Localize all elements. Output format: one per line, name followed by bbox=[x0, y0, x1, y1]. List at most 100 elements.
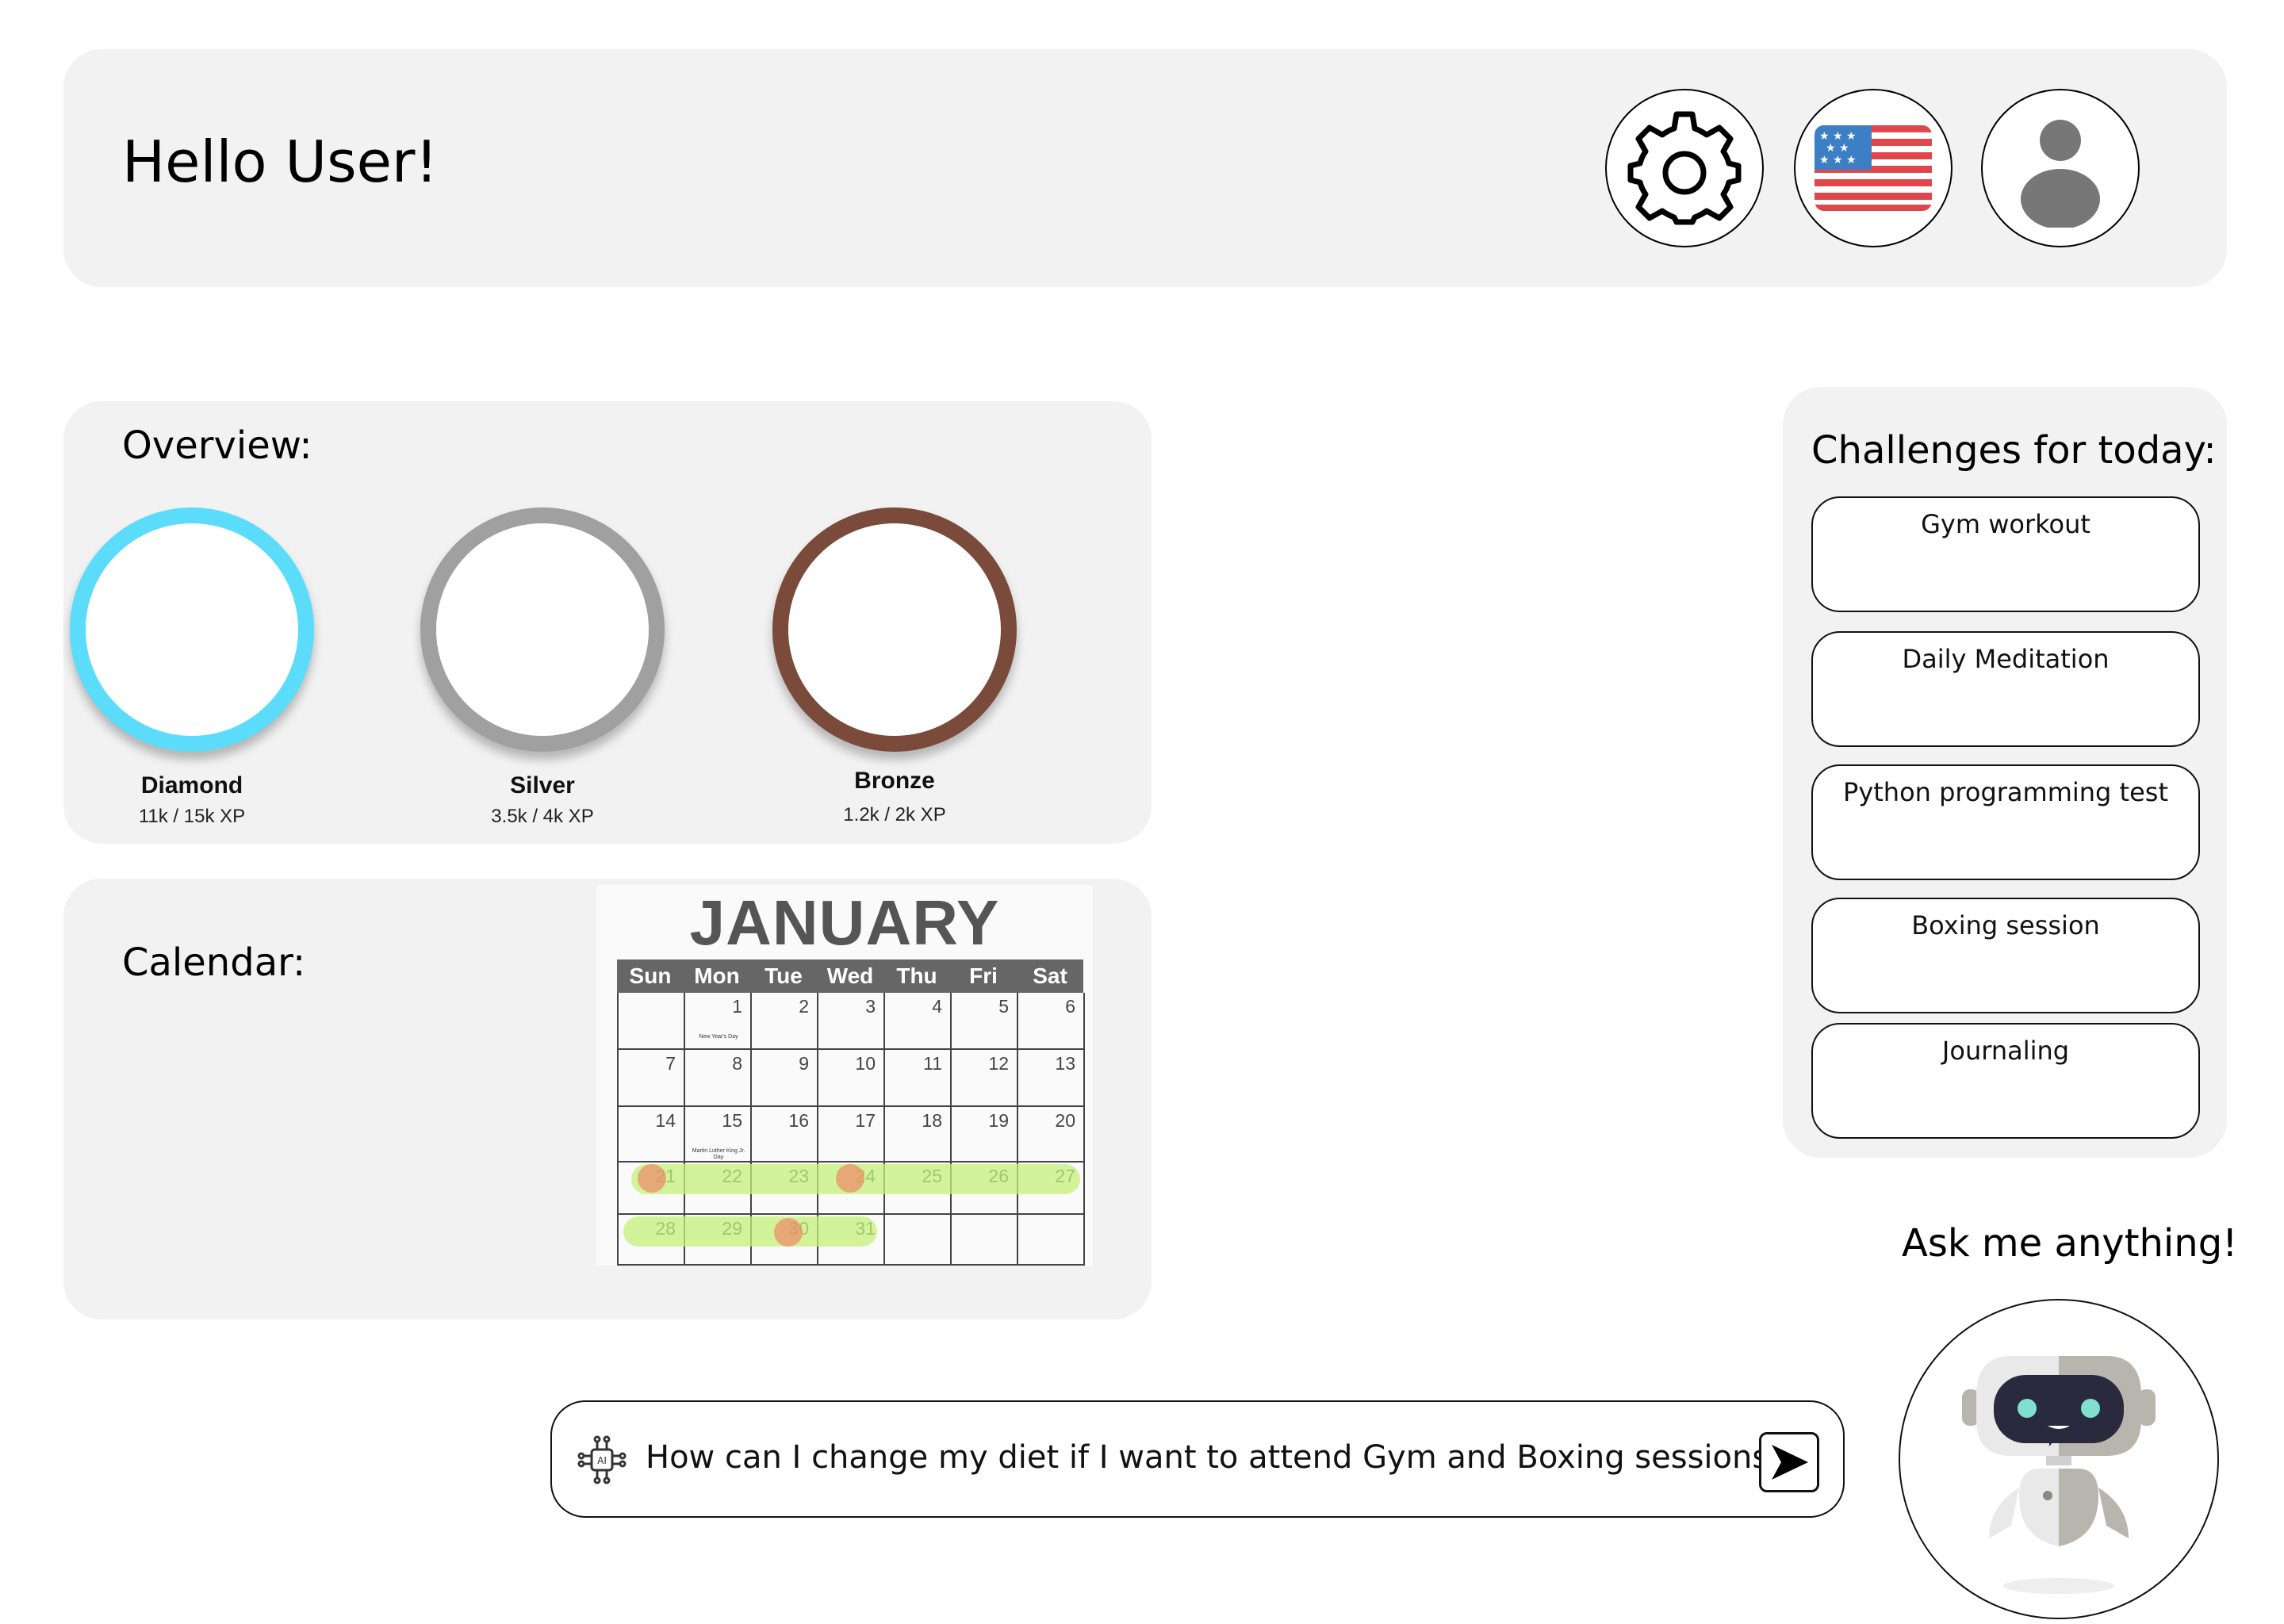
calendar-title: Calendar: bbox=[122, 940, 306, 985]
overview-panel: Overview: Diamond 11k / 15k XP Silver 3.… bbox=[63, 401, 1152, 844]
calendar-day-cell[interactable]: 5 bbox=[952, 993, 1018, 1050]
language-button[interactable]: ★ ★ ★ ★ ★ ★ ★ ★ bbox=[1794, 89, 1953, 247]
calendar-day-cell[interactable]: 10 bbox=[818, 1050, 885, 1107]
calendar-panel: Calendar: JANUARY Sun Mon Tue Wed Thu Fri Sat … bbox=[63, 879, 1152, 1320]
calendar-day-cell[interactable] bbox=[885, 1215, 952, 1266]
assistant-button[interactable] bbox=[1899, 1299, 2219, 1619]
calendar-day-number: 16 bbox=[788, 1110, 809, 1131]
svg-text:AI: AI bbox=[597, 1455, 607, 1466]
profile-button[interactable] bbox=[1981, 89, 2140, 247]
medal-name: Diamond bbox=[140, 772, 243, 799]
send-icon bbox=[1772, 1445, 1808, 1480]
medal-name: Bronze bbox=[854, 768, 935, 794]
calendar-day-cell[interactable]: 9 bbox=[752, 1050, 818, 1107]
calendar-day-number: 11 bbox=[923, 1053, 942, 1074]
challenge-journaling[interactable]: Journaling bbox=[1811, 1023, 2200, 1139]
calendar-day-cell[interactable]: 17 bbox=[818, 1107, 885, 1162]
calendar-day-number: 19 bbox=[988, 1110, 1009, 1131]
calendar-day-number: 4 bbox=[932, 996, 942, 1017]
overview-title: Overview: bbox=[122, 423, 312, 468]
header-bar: Hello User! ★ ★ ★ ★ ★ ★ ★ ★ bbox=[63, 49, 2227, 287]
ai-chip-icon: AI bbox=[577, 1435, 627, 1484]
calendar-day-number: 18 bbox=[922, 1110, 942, 1131]
calendar-day-cell[interactable]: 1 New Year's Day bbox=[685, 993, 752, 1050]
calendar-day-number: 17 bbox=[855, 1110, 876, 1131]
calendar-day-number: 9 bbox=[799, 1053, 809, 1074]
calendar-day-cell[interactable]: 7 bbox=[619, 1050, 685, 1107]
medal-bronze[interactable]: Bronze 1.2k / 2k XP bbox=[768, 508, 1021, 826]
calendar-day-cell[interactable]: 18 bbox=[885, 1107, 952, 1162]
calendar-weekday: Wed bbox=[826, 963, 874, 988]
calendar-day-number: 14 bbox=[655, 1110, 676, 1131]
calendar-day-cell[interactable]: 12 bbox=[952, 1050, 1018, 1107]
calendar-day-cell[interactable]: 14 bbox=[619, 1107, 685, 1162]
medal-ring bbox=[70, 508, 314, 752]
calendar-marker-21 bbox=[638, 1164, 666, 1193]
challenge-gym-workout[interactable]: Gym workout bbox=[1811, 496, 2200, 612]
calendar-holiday-note: Martin Luther King Jr. Day bbox=[692, 1148, 745, 1160]
calendar-day-cell[interactable] bbox=[619, 993, 685, 1050]
calendar-day-cell[interactable] bbox=[952, 1215, 1018, 1266]
medal-xp: 1.2k / 2k XP bbox=[843, 804, 946, 825]
calendar-day-number: 13 bbox=[1055, 1053, 1075, 1074]
calendar-marker-24 bbox=[836, 1164, 864, 1193]
calendar-day-cell[interactable] bbox=[1018, 1215, 1085, 1266]
medal-xp: 3.5k / 4k XP bbox=[491, 806, 594, 827]
assistant-title: Ask me anything! bbox=[1902, 1221, 2238, 1266]
medal-silver[interactable]: Silver 3.5k / 4k XP bbox=[416, 508, 669, 828]
calendar-day-number: 8 bbox=[732, 1053, 742, 1074]
calendar-day-cell[interactable]: 3 bbox=[818, 993, 885, 1050]
settings-button[interactable] bbox=[1605, 89, 1764, 247]
calendar-holiday-note: New Year's Day bbox=[699, 1034, 738, 1040]
medal-name: Silver bbox=[510, 772, 575, 799]
calendar-day-cell[interactable]: 13 bbox=[1018, 1050, 1085, 1107]
send-button[interactable] bbox=[1759, 1432, 1819, 1492]
calendar-day-number: 7 bbox=[665, 1053, 676, 1074]
medal-xp: 11k / 15k XP bbox=[138, 806, 246, 827]
challenge-python-test[interactable]: Python programming test bbox=[1811, 764, 2200, 880]
challenge-daily-meditation[interactable]: Daily Meditation bbox=[1811, 631, 2200, 747]
calendar-day-number: 20 bbox=[1055, 1110, 1075, 1131]
calendar-day-number: 10 bbox=[855, 1053, 876, 1074]
gear-icon bbox=[1627, 111, 1742, 225]
challenge-boxing-session[interactable]: Boxing session bbox=[1811, 898, 2200, 1013]
calendar-day-cell[interactable]: 4 bbox=[885, 993, 952, 1050]
calendar-day-number: 6 bbox=[1065, 996, 1075, 1017]
calendar-weekday: Tue bbox=[765, 963, 803, 988]
svg-text:★ ★ ★: ★ ★ ★ bbox=[1819, 154, 1857, 167]
calendar-highlight-week5 bbox=[623, 1216, 877, 1247]
calendar-day-cell[interactable]: 11 bbox=[885, 1050, 952, 1107]
calendar-day-cell[interactable]: 20 bbox=[1018, 1107, 1085, 1162]
challenges-panel: Challenges for today: Gym workout Daily … bbox=[1783, 387, 2227, 1158]
chat-message-input[interactable]: How can I change my diet if I want to at… bbox=[646, 1440, 1795, 1475]
medal-ring bbox=[772, 508, 1017, 752]
svg-text:★ ★ ★: ★ ★ ★ bbox=[1819, 130, 1857, 143]
calendar-day-cell[interactable]: 19 bbox=[952, 1107, 1018, 1162]
calendar-marker-30 bbox=[774, 1218, 803, 1247]
calendar-day-number: 12 bbox=[988, 1053, 1009, 1074]
greeting-title: Hello User! bbox=[122, 128, 439, 195]
calendar-image[interactable]: JANUARY Sun Mon Tue Wed Thu Fri Sat 1 New Year'… bbox=[596, 885, 1093, 1266]
medal-diamond[interactable]: Diamond 11k / 15k XP bbox=[65, 508, 319, 828]
calendar-day-number: 1 bbox=[732, 996, 742, 1017]
calendar-weekday-header: Sun Mon Tue Wed Thu Fri Sat bbox=[617, 959, 1083, 993]
calendar-day-cell[interactable]: 15 Martin Luther King Jr. Day bbox=[685, 1107, 752, 1162]
calendar-day-cell[interactable]: 16 bbox=[752, 1107, 818, 1162]
chat-input-bar[interactable]: AI How can I change my diet if I want to… bbox=[550, 1400, 1845, 1518]
calendar-day-cell[interactable]: 2 bbox=[752, 993, 818, 1050]
calendar-weekday: Sat bbox=[1033, 963, 1067, 988]
medal-ring bbox=[420, 508, 665, 752]
calendar-weekday: Mon bbox=[694, 963, 740, 988]
svg-text:★ ★: ★ ★ bbox=[1826, 142, 1849, 155]
user-avatar-icon bbox=[2021, 120, 2100, 228]
calendar-day-number: 15 bbox=[722, 1110, 742, 1131]
calendar-day-cell[interactable]: 6 bbox=[1018, 993, 1085, 1050]
challenges-title: Challenges for today: bbox=[1811, 428, 2217, 473]
robot-icon bbox=[1962, 1356, 2156, 1594]
calendar-day-cell[interactable]: 8 bbox=[685, 1050, 752, 1107]
us-flag-icon: ★ ★ ★ ★ ★ ★ ★ ★ bbox=[1815, 125, 1932, 211]
calendar-weekday: Thu bbox=[896, 963, 937, 988]
calendar-day-number: 3 bbox=[865, 996, 876, 1017]
calendar-weekday: Sun bbox=[629, 963, 672, 988]
calendar-weekday: Fri bbox=[969, 963, 998, 988]
